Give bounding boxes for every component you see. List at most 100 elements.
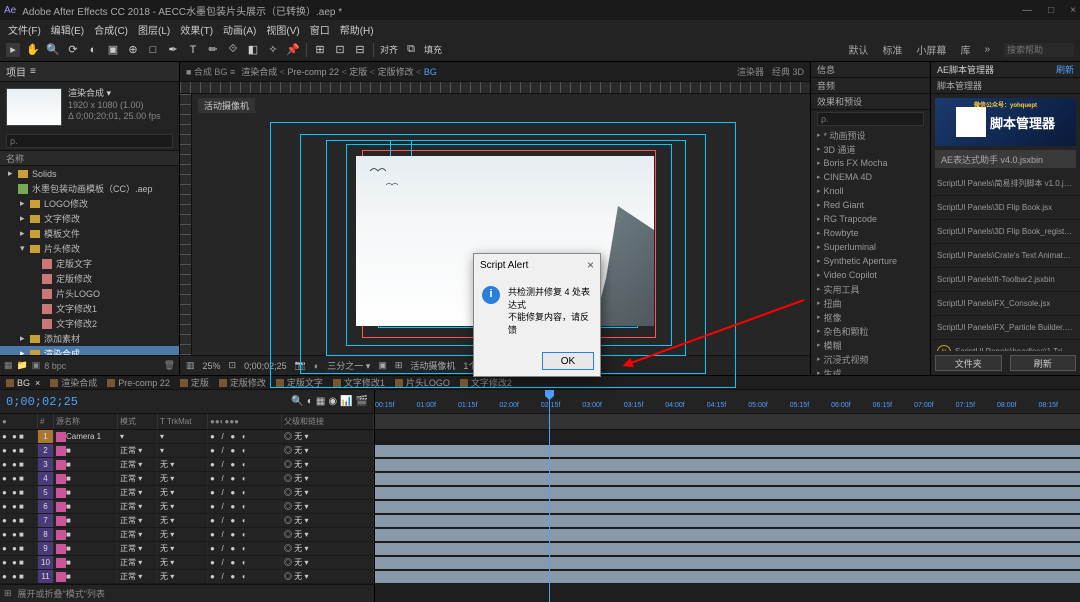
script-list[interactable]: ScriptUI Panels\简易排列脚本 v1.0.jsxbinScript… [931,172,1080,351]
layer-row[interactable]: ● ● ■1 Camera 1 ▾ ▾● / ● ◐◎ 无 ▾ [0,430,374,444]
project-tree[interactable]: ▸ Solids 水墨包装动画模板（CC）.aep▸ LOGO修改▸ 文字修改▸… [0,166,179,355]
pen-tool-icon[interactable]: ✒ [166,43,180,57]
project-item[interactable]: ▾ 片头修改 [0,241,179,256]
script-item[interactable]: ScriptUI Panels\FX_Console.jsx [931,292,1080,316]
layer-row[interactable]: ● ● ■5 ■正常 ▾无 ▾● / ● ◐◎ 无 ▾ [0,486,374,500]
layer-row[interactable]: ● ● ■7 ■正常 ▾无 ▾● / ● ◐◎ 无 ▾ [0,514,374,528]
orbit-tool-icon[interactable]: ⟳ [66,43,80,57]
script-item[interactable]: ScriptUI Panels\FX_Particle Builder.jsxb… [931,316,1080,340]
menu-item[interactable]: 文件(F) [4,20,45,39]
project-item[interactable]: ▸ LOGO修改 [0,196,179,211]
view-axis-icon[interactable]: ⊟ [353,43,367,57]
effect-category[interactable]: RG Trapcode [811,212,930,226]
project-item[interactable]: 片头LOGO [0,286,179,301]
breadcrumb-item[interactable]: BG [424,67,437,77]
camera-tool-icon[interactable]: ▣ [106,43,120,57]
layer-row[interactable]: ● ● ■4 ■正常 ▾无 ▾● / ● ◐◎ 无 ▾ [0,472,374,486]
layer-row[interactable]: ● ● ■2 ■正常 ▾ ▾● / ● ◐◎ 无 ▾ [0,444,374,458]
timeline-timecode[interactable]: 0;00;02;25 [6,395,78,409]
effect-category[interactable]: 抠像 [811,310,930,324]
project-item[interactable]: 文字修改2 [0,316,179,331]
menu-item[interactable]: 编辑(E) [47,20,88,39]
project-search-input[interactable] [6,134,173,148]
menu-item[interactable]: 动画(A) [219,20,260,39]
tl-graph-icon[interactable]: 📊 [340,396,352,407]
selection-tool-icon[interactable]: ▸ [6,43,20,57]
menu-item[interactable]: 视图(V) [262,20,303,39]
effect-category[interactable]: Video Copilot [811,268,930,282]
script-mode-button[interactable]: AE表达式助手 v4.0.jsxbin [935,150,1076,168]
interpret-footage-icon[interactable]: ▦ [4,360,13,371]
zoom-dropdown[interactable]: 25% [203,361,221,371]
tl-toggle-switches-icon[interactable]: ⊞ [4,588,12,599]
effect-category[interactable]: 3D 通道 [811,142,930,156]
menu-item[interactable]: 图层(L) [134,20,174,39]
help-search-input[interactable] [1004,43,1074,57]
close-button[interactable]: × [1070,5,1076,16]
workspace-chevron-icon[interactable]: » [984,44,990,55]
script-item[interactable]: ScriptUI Panels\简易排列脚本 v1.0.jsxbin [931,172,1080,196]
maximize-button[interactable]: □ [1048,5,1054,16]
shape-tool-icon[interactable]: □ [146,43,160,57]
minimize-button[interactable]: — [1022,5,1032,16]
bpc-label[interactable]: 8 bpc [44,361,66,371]
project-item[interactable]: 定版文字 [0,256,179,271]
footer-icon[interactable]: ▥ [186,360,195,371]
effect-category[interactable]: 杂色和颗粒 [811,324,930,338]
snap-label[interactable]: 对齐 [380,43,398,56]
timeline-tab[interactable]: 定版修改 [219,376,266,389]
effects-list[interactable]: * 动画预设3D 通道Boris FX MochaCINEMA 4DKnollR… [811,128,930,375]
project-item[interactable]: 水墨包装动画模板（CC）.aep [0,181,179,196]
dialog-close-button[interactable]: × [587,258,594,272]
fill-label[interactable]: 填充 [424,43,442,56]
timeline-tab[interactable]: Pre-comp 22 [107,378,170,388]
project-tab[interactable]: 项目≡ [0,62,179,82]
effect-category[interactable]: Knoll [811,184,930,198]
folder-button[interactable]: 文件夹 [935,355,1002,371]
renderer-value[interactable]: 经典 3D [772,65,804,78]
project-item[interactable]: 定版修改 [0,271,179,286]
effect-category[interactable]: 沉浸式视频 [811,352,930,366]
delete-icon[interactable]: 🗑 [164,360,175,371]
timeline-tracks[interactable] [375,430,1080,602]
tl-search-icon[interactable]: 🔍 [291,396,303,407]
project-header-name[interactable]: 名称 [0,150,179,166]
timeline-layers[interactable]: ● ● ■1 Camera 1 ▾ ▾● / ● ◐◎ 无 ▾● ● ■2 ■正… [0,430,374,584]
hand-tool-icon[interactable]: ✋ [26,43,40,57]
layer-row[interactable]: ● ● ■6 ■正常 ▾无 ▾● / ● ◐◎ 无 ▾ [0,500,374,514]
script-manager-tab[interactable]: 脚本管理器 [931,78,1080,94]
clone-tool-icon[interactable]: ⟐ [226,43,240,57]
timeline-tab[interactable]: 定版 [180,376,209,389]
effect-category[interactable]: * 动画预设 [811,128,930,142]
snap-icon[interactable]: ⧉ [404,43,418,57]
tl-3d-icon[interactable]: 🎬 [356,396,368,407]
new-comp-icon[interactable]: ▣ [32,360,41,371]
effect-category[interactable]: 实用工具 [811,282,930,296]
menu-item[interactable]: 效果(T) [176,20,217,39]
script-item[interactable]: ScriptUI Panels\3D Flip Book_registratio… [931,220,1080,244]
effect-category[interactable]: 模糊 [811,338,930,352]
menu-item[interactable]: 窗口 [306,20,334,39]
layer-row[interactable]: ● ● ■9 ■正常 ▾无 ▾● / ● ◐◎ 无 ▾ [0,542,374,556]
effect-category[interactable]: 扭曲 [811,296,930,310]
effects-search-input[interactable] [817,112,924,126]
timeline-ruler[interactable]: 00:15f01:00f01:15f02:00f02:15f03:00f03:1… [375,390,1080,414]
zoom-tool-icon[interactable]: 🔍 [46,43,60,57]
workspace-standard[interactable]: 标准 [882,42,902,57]
script-item[interactable]: ScriptUI Panels\ft-Toolbar2.jsxbin [931,268,1080,292]
project-item[interactable]: ▸ 模板文件 [0,226,179,241]
effect-category[interactable]: Rowbyte [811,226,930,240]
timeline-tab[interactable]: BG× [6,378,40,388]
timeline-tab[interactable]: 渲染合成 [50,376,97,389]
rotate-tool-icon[interactable]: ◐ [86,43,100,57]
playhead[interactable] [549,390,550,602]
menu-item[interactable]: 帮助(H) [336,20,378,39]
effect-category[interactable]: Boris FX Mocha [811,156,930,170]
script-refresh-link[interactable]: 刷新 [1056,63,1074,76]
workspace-small[interactable]: 小屏幕 [916,42,946,57]
project-item[interactable]: ▸ 添加素材 [0,331,179,346]
local-axis-icon[interactable]: ⊞ [313,43,327,57]
script-item[interactable]: ScriptUI Panels\3D Flip Book.jsx [931,196,1080,220]
effect-category[interactable]: 生成 [811,366,930,375]
breadcrumb-item[interactable]: Pre-comp 22 [287,67,339,77]
